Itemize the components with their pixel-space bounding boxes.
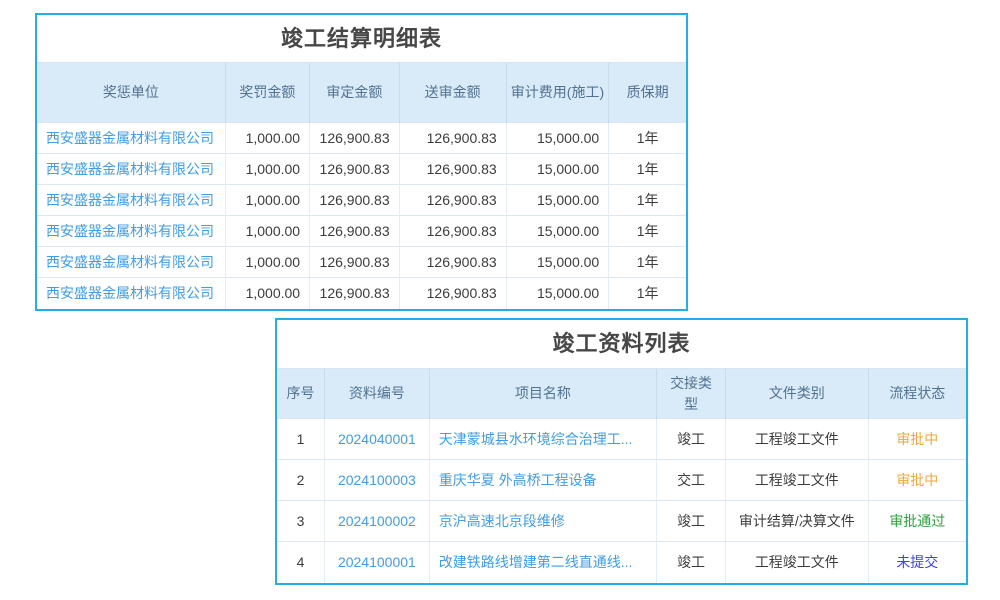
unit-link[interactable]: 西安盛器金属材料有限公司 bbox=[46, 223, 214, 239]
approved-amount-cell: 126,900.83 bbox=[310, 278, 400, 309]
col-header-audit-fee: 审计费用(施工) bbox=[506, 63, 609, 123]
settlement-table-row: 西安盛器金属材料有限公司 1,000.00 126,900.83 126,900… bbox=[37, 123, 686, 154]
file-category-cell: 审计结算/决算文件 bbox=[726, 501, 869, 542]
documents-table: 序号 资料编号 项目名称 交接类型 文件类别 流程状态 1 2024040001… bbox=[277, 368, 966, 583]
submitted-amount-cell: 126,900.83 bbox=[399, 278, 506, 309]
col-header-approved-amount: 审定金额 bbox=[310, 63, 400, 123]
documents-table-title: 竣工资料列表 bbox=[277, 320, 966, 368]
audit-fee-cell: 15,000.00 bbox=[506, 154, 609, 185]
doc-number-link[interactable]: 2024040001 bbox=[338, 431, 416, 447]
settlement-table-row: 西安盛器金属材料有限公司 1,000.00 126,900.83 126,900… bbox=[37, 247, 686, 278]
project-name-link[interactable]: 京沪高速北京段维修 bbox=[439, 513, 565, 529]
settlement-table-panel: 竣工结算明细表 奖惩单位 奖罚金额 审定金额 送审金额 审计费用(施工) 质保期… bbox=[35, 13, 688, 311]
penalty-amount-cell: 1,000.00 bbox=[225, 154, 309, 185]
col-header-submitted-amount: 送审金额 bbox=[399, 63, 506, 123]
submitted-amount-cell: 126,900.83 bbox=[399, 123, 506, 154]
unit-link[interactable]: 西安盛器金属材料有限公司 bbox=[46, 161, 214, 177]
documents-header-row: 序号 资料编号 项目名称 交接类型 文件类别 流程状态 bbox=[277, 369, 966, 419]
warranty-cell: 1年 bbox=[609, 185, 686, 216]
audit-fee-cell: 15,000.00 bbox=[506, 278, 609, 309]
handover-type-cell: 交工 bbox=[657, 460, 726, 501]
col-header-flow-status: 流程状态 bbox=[868, 369, 966, 419]
warranty-cell: 1年 bbox=[609, 278, 686, 309]
file-category-cell: 工程竣工文件 bbox=[726, 542, 869, 583]
settlement-header-row: 奖惩单位 奖罚金额 审定金额 送审金额 审计费用(施工) 质保期 bbox=[37, 63, 686, 123]
penalty-amount-cell: 1,000.00 bbox=[225, 216, 309, 247]
doc-number-link[interactable]: 2024100002 bbox=[338, 513, 416, 529]
settlement-table-title: 竣工结算明细表 bbox=[37, 15, 686, 62]
penalty-amount-cell: 1,000.00 bbox=[225, 185, 309, 216]
documents-table-row: 2 2024100003 重庆华夏 外高桥工程设备 交工 工程竣工文件 审批中 bbox=[277, 460, 966, 501]
project-name-link[interactable]: 重庆华夏 外高桥工程设备 bbox=[439, 472, 597, 488]
submitted-amount-cell: 126,900.83 bbox=[399, 185, 506, 216]
col-header-project-name: 项目名称 bbox=[429, 369, 656, 419]
project-name-link[interactable]: 改建铁路线增建第二线直通线... bbox=[439, 554, 633, 570]
flow-status-cell: 审批中 bbox=[868, 419, 966, 460]
unit-link[interactable]: 西安盛器金属材料有限公司 bbox=[46, 285, 214, 301]
flow-status-cell: 未提交 bbox=[868, 542, 966, 583]
approved-amount-cell: 126,900.83 bbox=[310, 154, 400, 185]
penalty-amount-cell: 1,000.00 bbox=[225, 247, 309, 278]
project-name-link[interactable]: 天津蒙城县水环境综合治理工... bbox=[439, 431, 633, 447]
unit-link[interactable]: 西安盛器金属材料有限公司 bbox=[46, 130, 214, 146]
audit-fee-cell: 15,000.00 bbox=[506, 216, 609, 247]
col-header-index: 序号 bbox=[277, 369, 325, 419]
penalty-amount-cell: 1,000.00 bbox=[225, 278, 309, 309]
row-index-cell: 1 bbox=[277, 419, 325, 460]
col-header-penalty: 奖罚金额 bbox=[225, 63, 309, 123]
documents-table-row: 4 2024100001 改建铁路线增建第二线直通线... 竣工 工程竣工文件 … bbox=[277, 542, 966, 583]
row-index-cell: 4 bbox=[277, 542, 325, 583]
warranty-cell: 1年 bbox=[609, 216, 686, 247]
settlement-table-row: 西安盛器金属材料有限公司 1,000.00 126,900.83 126,900… bbox=[37, 154, 686, 185]
documents-table-panel: 竣工资料列表 序号 资料编号 项目名称 交接类型 文件类别 流程状态 1 202… bbox=[275, 318, 968, 585]
doc-number-link[interactable]: 2024100001 bbox=[338, 554, 416, 570]
approved-amount-cell: 126,900.83 bbox=[310, 123, 400, 154]
col-header-handover-type: 交接类型 bbox=[657, 369, 726, 419]
flow-status-cell: 审批中 bbox=[868, 460, 966, 501]
audit-fee-cell: 15,000.00 bbox=[506, 185, 609, 216]
audit-fee-cell: 15,000.00 bbox=[506, 247, 609, 278]
approved-amount-cell: 126,900.83 bbox=[310, 247, 400, 278]
col-header-warranty: 质保期 bbox=[609, 63, 686, 123]
col-header-file-category: 文件类别 bbox=[726, 369, 869, 419]
approved-amount-cell: 126,900.83 bbox=[310, 216, 400, 247]
penalty-amount-cell: 1,000.00 bbox=[225, 123, 309, 154]
documents-table-row: 3 2024100002 京沪高速北京段维修 竣工 审计结算/决算文件 审批通过 bbox=[277, 501, 966, 542]
file-category-cell: 工程竣工文件 bbox=[726, 460, 869, 501]
warranty-cell: 1年 bbox=[609, 154, 686, 185]
handover-type-cell: 竣工 bbox=[657, 419, 726, 460]
documents-table-row: 1 2024040001 天津蒙城县水环境综合治理工... 竣工 工程竣工文件 … bbox=[277, 419, 966, 460]
submitted-amount-cell: 126,900.83 bbox=[399, 247, 506, 278]
file-category-cell: 工程竣工文件 bbox=[726, 419, 869, 460]
settlement-table-row: 西安盛器金属材料有限公司 1,000.00 126,900.83 126,900… bbox=[37, 278, 686, 309]
unit-link[interactable]: 西安盛器金属材料有限公司 bbox=[46, 254, 214, 270]
settlement-table-row: 西安盛器金属材料有限公司 1,000.00 126,900.83 126,900… bbox=[37, 216, 686, 247]
col-header-unit: 奖惩单位 bbox=[37, 63, 225, 123]
settlement-table-row: 西安盛器金属材料有限公司 1,000.00 126,900.83 126,900… bbox=[37, 185, 686, 216]
warranty-cell: 1年 bbox=[609, 247, 686, 278]
row-index-cell: 2 bbox=[277, 460, 325, 501]
warranty-cell: 1年 bbox=[609, 123, 686, 154]
approved-amount-cell: 126,900.83 bbox=[310, 185, 400, 216]
flow-status-cell: 审批通过 bbox=[868, 501, 966, 542]
submitted-amount-cell: 126,900.83 bbox=[399, 216, 506, 247]
handover-type-cell: 竣工 bbox=[657, 542, 726, 583]
settlement-table: 奖惩单位 奖罚金额 审定金额 送审金额 审计费用(施工) 质保期 西安盛器金属材… bbox=[37, 62, 686, 309]
audit-fee-cell: 15,000.00 bbox=[506, 123, 609, 154]
row-index-cell: 3 bbox=[277, 501, 325, 542]
submitted-amount-cell: 126,900.83 bbox=[399, 154, 506, 185]
col-header-doc-number: 资料编号 bbox=[325, 369, 430, 419]
handover-type-cell: 竣工 bbox=[657, 501, 726, 542]
doc-number-link[interactable]: 2024100003 bbox=[338, 472, 416, 488]
unit-link[interactable]: 西安盛器金属材料有限公司 bbox=[46, 192, 214, 208]
